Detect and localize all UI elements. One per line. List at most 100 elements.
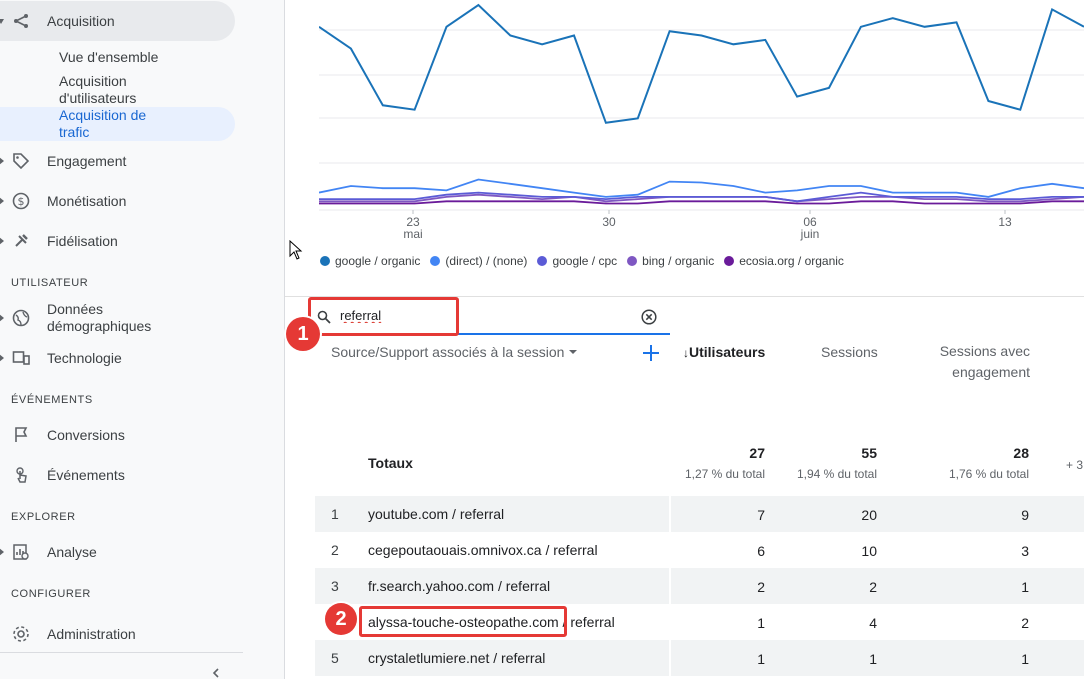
legend-dot-icon	[627, 256, 638, 266]
section-user: UTILISATEUR	[11, 277, 89, 289]
row-source[interactable]: youtube.com / referral	[368, 496, 504, 532]
col-users-header[interactable]: ↓Utilisateurs	[683, 342, 765, 364]
svg-text:$: $	[18, 195, 25, 208]
row-sessions: 20	[861, 507, 877, 523]
legend-item[interactable]: bing / organic	[627, 254, 714, 268]
dimension-header[interactable]: Source/Support associés à la session	[331, 344, 578, 360]
col-engaged-line2: engagement	[952, 364, 1030, 380]
col-sessions-header[interactable]: Sessions	[821, 342, 878, 363]
devices-icon	[11, 348, 31, 368]
row-index: 1	[331, 506, 339, 522]
legend-item[interactable]: google / organic	[320, 254, 420, 268]
row-divider	[669, 496, 671, 532]
legend-label: (direct) / (none)	[445, 254, 528, 268]
row-source[interactable]: cegepoutaouais.omnivox.ca / referral	[368, 532, 598, 568]
subnav-traffic-line1: Acquisition de	[59, 107, 147, 123]
sidebar: Acquisition Vue d'ensemble Acquisition d…	[0, 0, 285, 679]
row-index: 3	[331, 578, 339, 594]
nav-engagement[interactable]: Engagement	[0, 141, 235, 181]
caret-right-icon	[0, 354, 4, 362]
legend-item[interactable]: google / cpc	[537, 254, 617, 268]
row-index: 5	[331, 650, 339, 666]
col-engaged-line1: Sessions avec	[939, 343, 1030, 359]
nav-demographics-label: Données démographiques	[47, 301, 151, 335]
row-engaged: 1	[1021, 651, 1029, 667]
highlight-search	[308, 297, 459, 336]
nav-acquisition[interactable]: Acquisition	[0, 1, 235, 41]
section-explore: EXPLORER	[11, 511, 76, 523]
globe-icon	[11, 308, 31, 328]
dollar-icon: $	[11, 191, 31, 211]
row-users: 1	[757, 651, 765, 667]
row-divider	[669, 568, 671, 604]
nav-monetization[interactable]: $ Monétisation	[0, 181, 235, 221]
row-users: 1	[757, 615, 765, 631]
highlight-row-source	[359, 606, 567, 637]
nav-technology-label: Technologie	[47, 349, 122, 366]
legend-dot-icon	[320, 256, 330, 266]
series-line-ecosia-org-organic	[319, 200, 1084, 205]
flag-icon	[11, 425, 31, 445]
nav-demographics-line1: Données	[47, 301, 104, 317]
row-engaged: 1	[1021, 579, 1029, 595]
legend-dot-icon	[537, 256, 548, 266]
nav-technology[interactable]: Technologie	[0, 338, 235, 378]
col-users-label: Utilisateurs	[689, 344, 766, 360]
caret-right-icon	[0, 548, 4, 556]
row-users: 6	[757, 543, 765, 559]
subnav-user-acquisition[interactable]: Acquisition d'utilisateurs	[59, 73, 136, 107]
legend-item[interactable]: (direct) / (none)	[430, 254, 527, 268]
nav-admin[interactable]: Administration	[0, 614, 235, 654]
subnav-traffic-line2: trafic	[59, 124, 90, 140]
total-sessions-pct: 1,94 % du total	[796, 467, 877, 481]
row-sessions: 10	[861, 543, 877, 559]
total-users-pct: 1,27 % du total	[684, 467, 765, 481]
row-source[interactable]: crystaletlumiere.net / referral	[368, 640, 545, 676]
annotation-badge-2: 2	[325, 603, 357, 635]
nav-conversions-label: Conversions	[47, 426, 125, 443]
nav-demographics[interactable]: Données démographiques	[0, 298, 235, 338]
nav-events-label: Événements	[47, 466, 125, 483]
row-divider	[669, 640, 671, 676]
nav-conversions[interactable]: Conversions	[0, 415, 235, 455]
subnav-user-acquisition-line2: d'utilisateurs	[59, 90, 137, 106]
row-source-medium: / referral	[558, 614, 615, 630]
legend-label: google / cpc	[552, 254, 618, 268]
chevron-left-icon[interactable]	[209, 666, 223, 679]
x-tick-label: 30	[602, 215, 616, 229]
annotation-badge-1: 1	[286, 317, 320, 351]
section-configure: CONFIGURER	[11, 588, 91, 600]
subnav-traffic-acquisition[interactable]: Acquisition de trafic	[59, 107, 146, 141]
nav-retention[interactable]: Fidélisation	[0, 221, 235, 261]
line-chart: 23mai30 06juin13	[319, 3, 1084, 241]
nav-analysis[interactable]: Analyse	[0, 532, 235, 572]
row-users: 7	[757, 507, 765, 523]
caret-right-icon	[0, 157, 4, 165]
gear-icon	[11, 624, 31, 644]
caret-right-icon	[0, 197, 4, 205]
nav-engagement-label: Engagement	[47, 152, 127, 169]
nav-admin-label: Administration	[47, 625, 136, 642]
x-tick-sublabel: mai	[403, 227, 422, 241]
close-icon[interactable]	[641, 309, 657, 325]
legend-item[interactable]: ecosia.org / organic	[724, 254, 844, 268]
nav-events[interactable]: Événements	[0, 455, 235, 495]
add-dimension-icon[interactable]	[641, 343, 661, 363]
magnet-icon	[11, 231, 31, 251]
acquisition-icon	[11, 11, 31, 31]
dimension-header-label: Source/Support associés à la session	[331, 344, 565, 360]
x-tick-label: 13	[998, 215, 1012, 229]
nav-retention-label: Fidélisation	[47, 232, 118, 249]
nav-demographics-line2: démographiques	[47, 318, 152, 334]
caret-down-icon	[0, 19, 4, 24]
subnav-overview[interactable]: Vue d'ensemble	[59, 49, 158, 66]
total-sessions: 55	[861, 445, 877, 461]
tag-icon	[11, 151, 31, 171]
row-sessions: 2	[869, 579, 877, 595]
sidebar-divider	[0, 652, 243, 653]
col-engaged-header[interactable]: Sessions avec engagement	[930, 341, 1030, 383]
total-engaged: 28	[1013, 445, 1029, 461]
row-index: 2	[331, 542, 339, 558]
row-users: 2	[757, 579, 765, 595]
row-source[interactable]: fr.search.yahoo.com / referral	[368, 568, 550, 604]
